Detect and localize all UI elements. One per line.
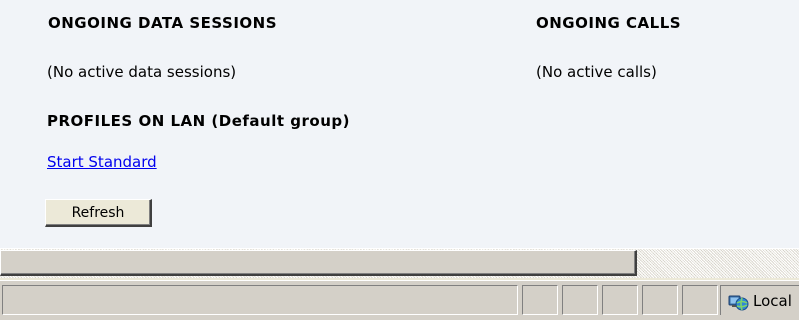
data-sessions-heading: ONGOING DATA SESSIONS bbox=[48, 14, 278, 32]
status-text-pane bbox=[2, 285, 518, 315]
status-pane-1 bbox=[522, 285, 558, 315]
horizontal-scrollbar[interactable] bbox=[0, 248, 799, 278]
status-pane-3 bbox=[602, 285, 638, 315]
start-standard-link[interactable]: Start Standard bbox=[47, 153, 157, 171]
local-intranet-icon bbox=[727, 290, 749, 312]
zone-label: Local bbox=[753, 291, 792, 310]
profiles-heading: PROFILES ON LAN (Default group) bbox=[47, 112, 350, 130]
page-content: ONGOING DATA SESSIONS ONGOING CALLS (No … bbox=[0, 0, 799, 248]
scrollbar-thumb[interactable] bbox=[0, 250, 637, 276]
calls-heading: ONGOING CALLS bbox=[536, 14, 682, 32]
no-calls-text: (No active calls) bbox=[536, 63, 657, 81]
security-zone-pane: Local bbox=[720, 285, 799, 315]
status-pane-2 bbox=[562, 285, 598, 315]
status-pane-5 bbox=[682, 285, 718, 315]
status-bar: Local bbox=[0, 280, 799, 320]
status-pane-4 bbox=[642, 285, 678, 315]
no-data-sessions-text: (No active data sessions) bbox=[47, 63, 237, 81]
refresh-button[interactable]: Refresh bbox=[45, 199, 152, 227]
